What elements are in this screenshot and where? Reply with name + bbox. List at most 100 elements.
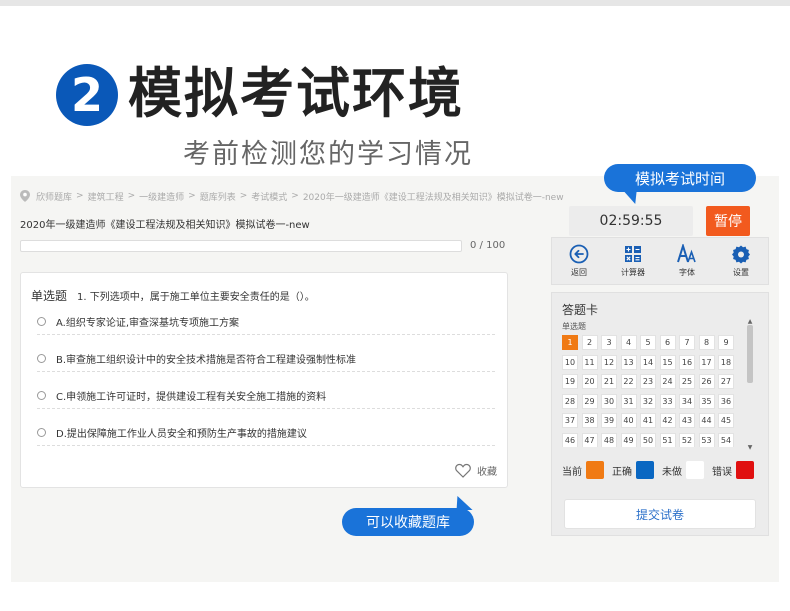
answer-cell[interactable]: 16 <box>679 354 695 370</box>
breadcrumb-separator: > <box>76 191 84 201</box>
answer-cell[interactable]: 17 <box>698 354 715 370</box>
breadcrumb-item[interactable]: 题库列表 <box>200 190 236 203</box>
answer-cell[interactable]: 26 <box>698 374 715 389</box>
answer-cell[interactable]: 2 <box>581 335 598 350</box>
answer-cell[interactable]: 42 <box>659 413 676 428</box>
answer-cell[interactable]: 53 <box>698 432 715 447</box>
back-button[interactable]: 返回 <box>552 238 606 284</box>
pause-button[interactable]: 暂停 <box>706 206 750 236</box>
answer-cell[interactable]: 48 <box>601 432 617 447</box>
option-d[interactable]: D.提出保障施工作业人员安全和预防生产事故的措施建议 <box>37 420 495 446</box>
scrollbar-thumb[interactable] <box>747 325 753 383</box>
legend-swatch <box>686 461 704 479</box>
answer-cell[interactable]: 3 <box>601 335 617 350</box>
answer-cell[interactable]: 13 <box>620 354 637 370</box>
answer-cell[interactable]: 51 <box>659 432 676 447</box>
answer-cell[interactable]: 27 <box>718 374 734 389</box>
answer-cell[interactable]: 33 <box>659 393 676 409</box>
answer-cell[interactable]: 22 <box>620 374 637 389</box>
answer-cell[interactable]: 38 <box>581 413 598 428</box>
answer-cell[interactable]: 4 <box>620 335 637 350</box>
answer-card-section: 单选题 <box>562 322 586 331</box>
legend-label: 当前 <box>562 466 582 478</box>
answer-cell[interactable]: 25 <box>679 374 695 389</box>
answer-cell[interactable]: 19 <box>562 374 578 389</box>
breadcrumb-separator: > <box>239 191 248 201</box>
answer-cell[interactable]: 21 <box>601 374 617 389</box>
answer-cell[interactable]: 32 <box>640 393 656 409</box>
answer-cell[interactable]: 14 <box>640 354 656 370</box>
hero-title: 模拟考试环境 <box>128 62 464 125</box>
option-a[interactable]: A.组织专家论证,审查深基坑专项施工方案 <box>37 309 495 335</box>
answer-cell[interactable]: 46 <box>562 432 578 447</box>
answer-cell[interactable]: 31 <box>620 393 637 409</box>
scroll-down-arrow-icon[interactable]: ▼ <box>746 445 754 451</box>
breadcrumb-separator: > <box>127 191 136 201</box>
answer-cell[interactable]: 54 <box>718 432 734 447</box>
answer-cell[interactable]: 8 <box>698 335 715 350</box>
submit-exam-button[interactable]: 提交试卷 <box>564 499 756 529</box>
option-radio[interactable] <box>37 391 46 400</box>
answer-cell[interactable]: 40 <box>620 413 637 428</box>
answer-grid-scrollbar[interactable]: ▲ ▼ <box>746 319 754 451</box>
font-button[interactable]: 字体 <box>660 238 714 284</box>
option-b[interactable]: B.审查施工组织设计中的安全技术措施是否符合工程建设强制性标准 <box>37 346 495 372</box>
answer-grid: 1 2 3 4 5 6 7 8 9 10 11 12 13 14 15 16 17 18 19 20 21 22 23 24 2… <box>562 335 738 447</box>
calculator-icon <box>625 246 641 262</box>
option-radio[interactable] <box>37 317 46 326</box>
option-radio[interactable] <box>37 354 46 363</box>
answer-cell[interactable]: 18 <box>718 354 734 370</box>
answer-cell[interactable]: 12 <box>601 354 617 370</box>
top-strip <box>0 0 790 6</box>
answer-cell[interactable]: 10 <box>562 354 578 370</box>
answer-cell[interactable]: 50 <box>640 432 656 447</box>
answer-cell[interactable]: 45 <box>718 413 734 428</box>
answer-cell[interactable]: 36 <box>718 393 734 409</box>
answer-cell[interactable]: 35 <box>698 393 715 409</box>
breadcrumb-item[interactable]: 考试模式 <box>251 190 287 203</box>
option-text: C.申领施工许可证时，提供建设工程有关安全施工措施的资料 <box>56 392 327 403</box>
answer-cell[interactable]: 29 <box>581 393 598 409</box>
hero-subtitle: 考前检测您的学习情况 <box>183 139 473 170</box>
favorite-callout: 可以收藏题库 <box>342 496 474 536</box>
breadcrumb-separator: > <box>188 191 196 201</box>
option-text: A.组织专家论证,审查深基坑专项施工方案 <box>56 318 240 329</box>
answer-cell[interactable]: 41 <box>640 413 656 428</box>
answer-cell[interactable]: 30 <box>601 393 617 409</box>
answer-cell[interactable]: 44 <box>698 413 715 428</box>
answer-cell[interactable]: 52 <box>679 432 695 447</box>
answer-cell[interactable]: 24 <box>659 374 676 389</box>
legend-swatch <box>636 461 654 479</box>
tool-label: 字体 <box>679 268 695 277</box>
legend-label: 错误 <box>712 466 732 478</box>
answer-cell[interactable]: 28 <box>562 393 578 409</box>
legend-label: 正确 <box>612 466 632 478</box>
breadcrumb-item[interactable]: 欣师题库 <box>36 190 72 203</box>
settings-button[interactable]: 设置 <box>714 238 768 284</box>
breadcrumb-item[interactable]: 建筑工程 <box>88 190 124 203</box>
answer-cell[interactable]: 15 <box>659 354 676 370</box>
answer-cell[interactable]: 5 <box>640 335 656 350</box>
answer-cell[interactable]: 11 <box>581 354 598 370</box>
answer-cell[interactable]: 39 <box>601 413 617 428</box>
breadcrumb-item[interactable]: 一级建造师 <box>139 190 184 203</box>
answer-cell[interactable]: 9 <box>718 335 734 350</box>
answer-cell[interactable]: 1 <box>562 335 578 350</box>
answer-cell[interactable]: 34 <box>679 393 695 409</box>
answer-cell[interactable]: 37 <box>562 413 578 428</box>
answer-cell[interactable]: 49 <box>620 432 637 447</box>
option-c[interactable]: C.申领施工许可证时，提供建设工程有关安全施工措施的资料 <box>37 383 495 409</box>
timer-callout: 模拟考试时间 <box>604 164 756 204</box>
answer-card-panel: 答题卡 单选题 1 2 3 4 5 6 7 8 9 10 11 12 13 14 15 16 17 18 19 20 2… <box>551 292 769 536</box>
option-radio[interactable] <box>37 428 46 437</box>
answer-cell[interactable]: 20 <box>581 374 598 389</box>
calculator-button[interactable]: 计算器 <box>606 238 660 284</box>
favorite-button[interactable]: 收藏 <box>455 463 497 478</box>
answer-cell[interactable]: 7 <box>679 335 695 350</box>
answer-cell[interactable]: 47 <box>581 432 598 447</box>
answer-cell[interactable]: 23 <box>640 374 656 389</box>
paper-title: 2020年一级建造师《建设工程法规及相关知识》模拟试卷一-new <box>20 220 310 231</box>
timer-callout-text: 模拟考试时间 <box>634 169 725 188</box>
answer-cell[interactable]: 6 <box>659 335 676 350</box>
answer-cell[interactable]: 43 <box>679 413 695 428</box>
